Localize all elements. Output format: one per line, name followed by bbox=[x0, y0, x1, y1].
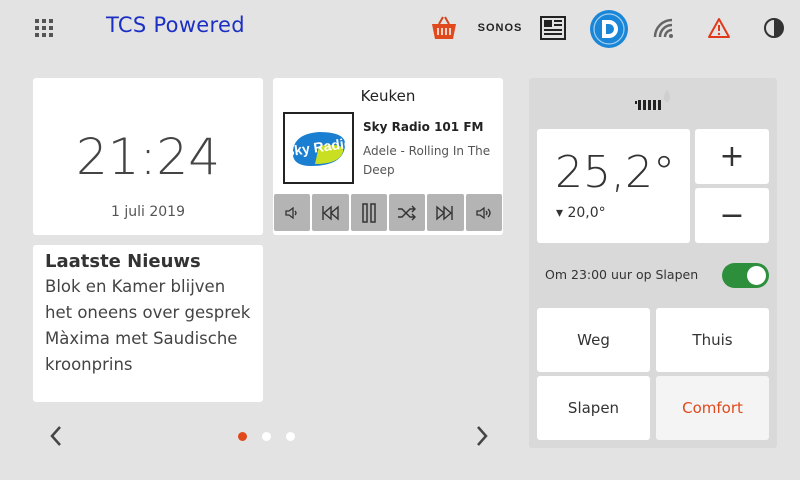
mode-slapen-button[interactable]: Slapen bbox=[537, 376, 650, 440]
room-name: Keuken bbox=[360, 87, 416, 105]
temperature-display: 25,2° ▾ 20,0° bbox=[537, 129, 690, 243]
heating-radiator-icon bbox=[634, 86, 674, 114]
brand-title: TCS Powered bbox=[106, 13, 245, 37]
thermostat-panel: 25,2° ▾ 20,0° + − Om 23:00 uur op Slapen… bbox=[529, 78, 777, 448]
toggle-knob bbox=[747, 266, 766, 285]
clock-date: 1 juli 2019 bbox=[111, 204, 185, 220]
page-dot-3[interactable] bbox=[286, 432, 295, 441]
volume-up-button[interactable] bbox=[465, 194, 502, 231]
volume-down-icon bbox=[285, 206, 297, 219]
increase-temp-button[interactable]: + bbox=[695, 129, 769, 184]
shopping-basket-icon[interactable] bbox=[428, 12, 460, 44]
current-temperature: 25,2° bbox=[555, 147, 675, 198]
wifi-icon[interactable] bbox=[650, 12, 678, 44]
news-card[interactable]: Laatste Nieuws Blok en Kamer blijven het… bbox=[33, 245, 263, 402]
previous-button[interactable] bbox=[312, 194, 349, 231]
pause-button[interactable] bbox=[350, 194, 387, 231]
track-title: Adele - Rolling In The Deep bbox=[363, 144, 491, 177]
page-indicator bbox=[238, 432, 295, 441]
clock-card[interactable]: 21:24 1 juli 2019 bbox=[33, 78, 263, 235]
next-page-arrow[interactable] bbox=[472, 424, 492, 448]
pause-icon bbox=[362, 202, 376, 223]
volume-up-icon bbox=[476, 206, 491, 219]
shuffle-button[interactable] bbox=[388, 194, 426, 231]
mode-weg-button[interactable]: Weg bbox=[537, 308, 650, 372]
station-name: Sky Radio 101 FM bbox=[363, 120, 484, 134]
schedule-label: Om 23:00 uur op Slapen bbox=[545, 267, 699, 282]
contrast-icon[interactable] bbox=[760, 12, 788, 44]
news-title: Laatste Nieuws bbox=[45, 251, 201, 272]
page-dot-2[interactable] bbox=[262, 432, 271, 441]
volume-down-button[interactable] bbox=[274, 194, 311, 231]
d-logo-icon[interactable] bbox=[588, 8, 630, 50]
previous-page-arrow[interactable] bbox=[46, 424, 66, 448]
shuffle-icon bbox=[398, 205, 417, 220]
warning-icon[interactable] bbox=[705, 12, 733, 44]
setpoint-temperature: ▾ 20,0° bbox=[556, 205, 606, 221]
playback-controls bbox=[274, 194, 502, 231]
page-dot-1[interactable] bbox=[238, 432, 247, 441]
apps-grid-icon[interactable] bbox=[35, 19, 53, 37]
mode-comfort-button[interactable]: Comfort bbox=[656, 376, 769, 440]
news-icon[interactable] bbox=[538, 12, 568, 44]
chevron-left-icon bbox=[50, 426, 61, 446]
schedule-toggle[interactable] bbox=[722, 263, 769, 288]
sonos-icon[interactable]: SONOS bbox=[477, 12, 523, 44]
previous-icon bbox=[322, 204, 340, 221]
sonos-player-card[interactable]: Keuken Sky Radio Sky Radio 101 FM Adele … bbox=[273, 78, 503, 235]
mode-thuis-button[interactable]: Thuis bbox=[656, 308, 769, 372]
next-icon bbox=[436, 204, 454, 221]
clock-time: 21:24 bbox=[75, 128, 221, 186]
news-headline: Blok en Kamer blijven het oneens over ge… bbox=[45, 277, 251, 374]
decrease-temp-button[interactable]: − bbox=[695, 188, 769, 243]
chevron-right-icon bbox=[477, 426, 488, 446]
top-bar: TCS Powered SONOS bbox=[0, 0, 800, 58]
next-button[interactable] bbox=[427, 194, 464, 231]
station-logo: Sky Radio bbox=[283, 112, 354, 184]
